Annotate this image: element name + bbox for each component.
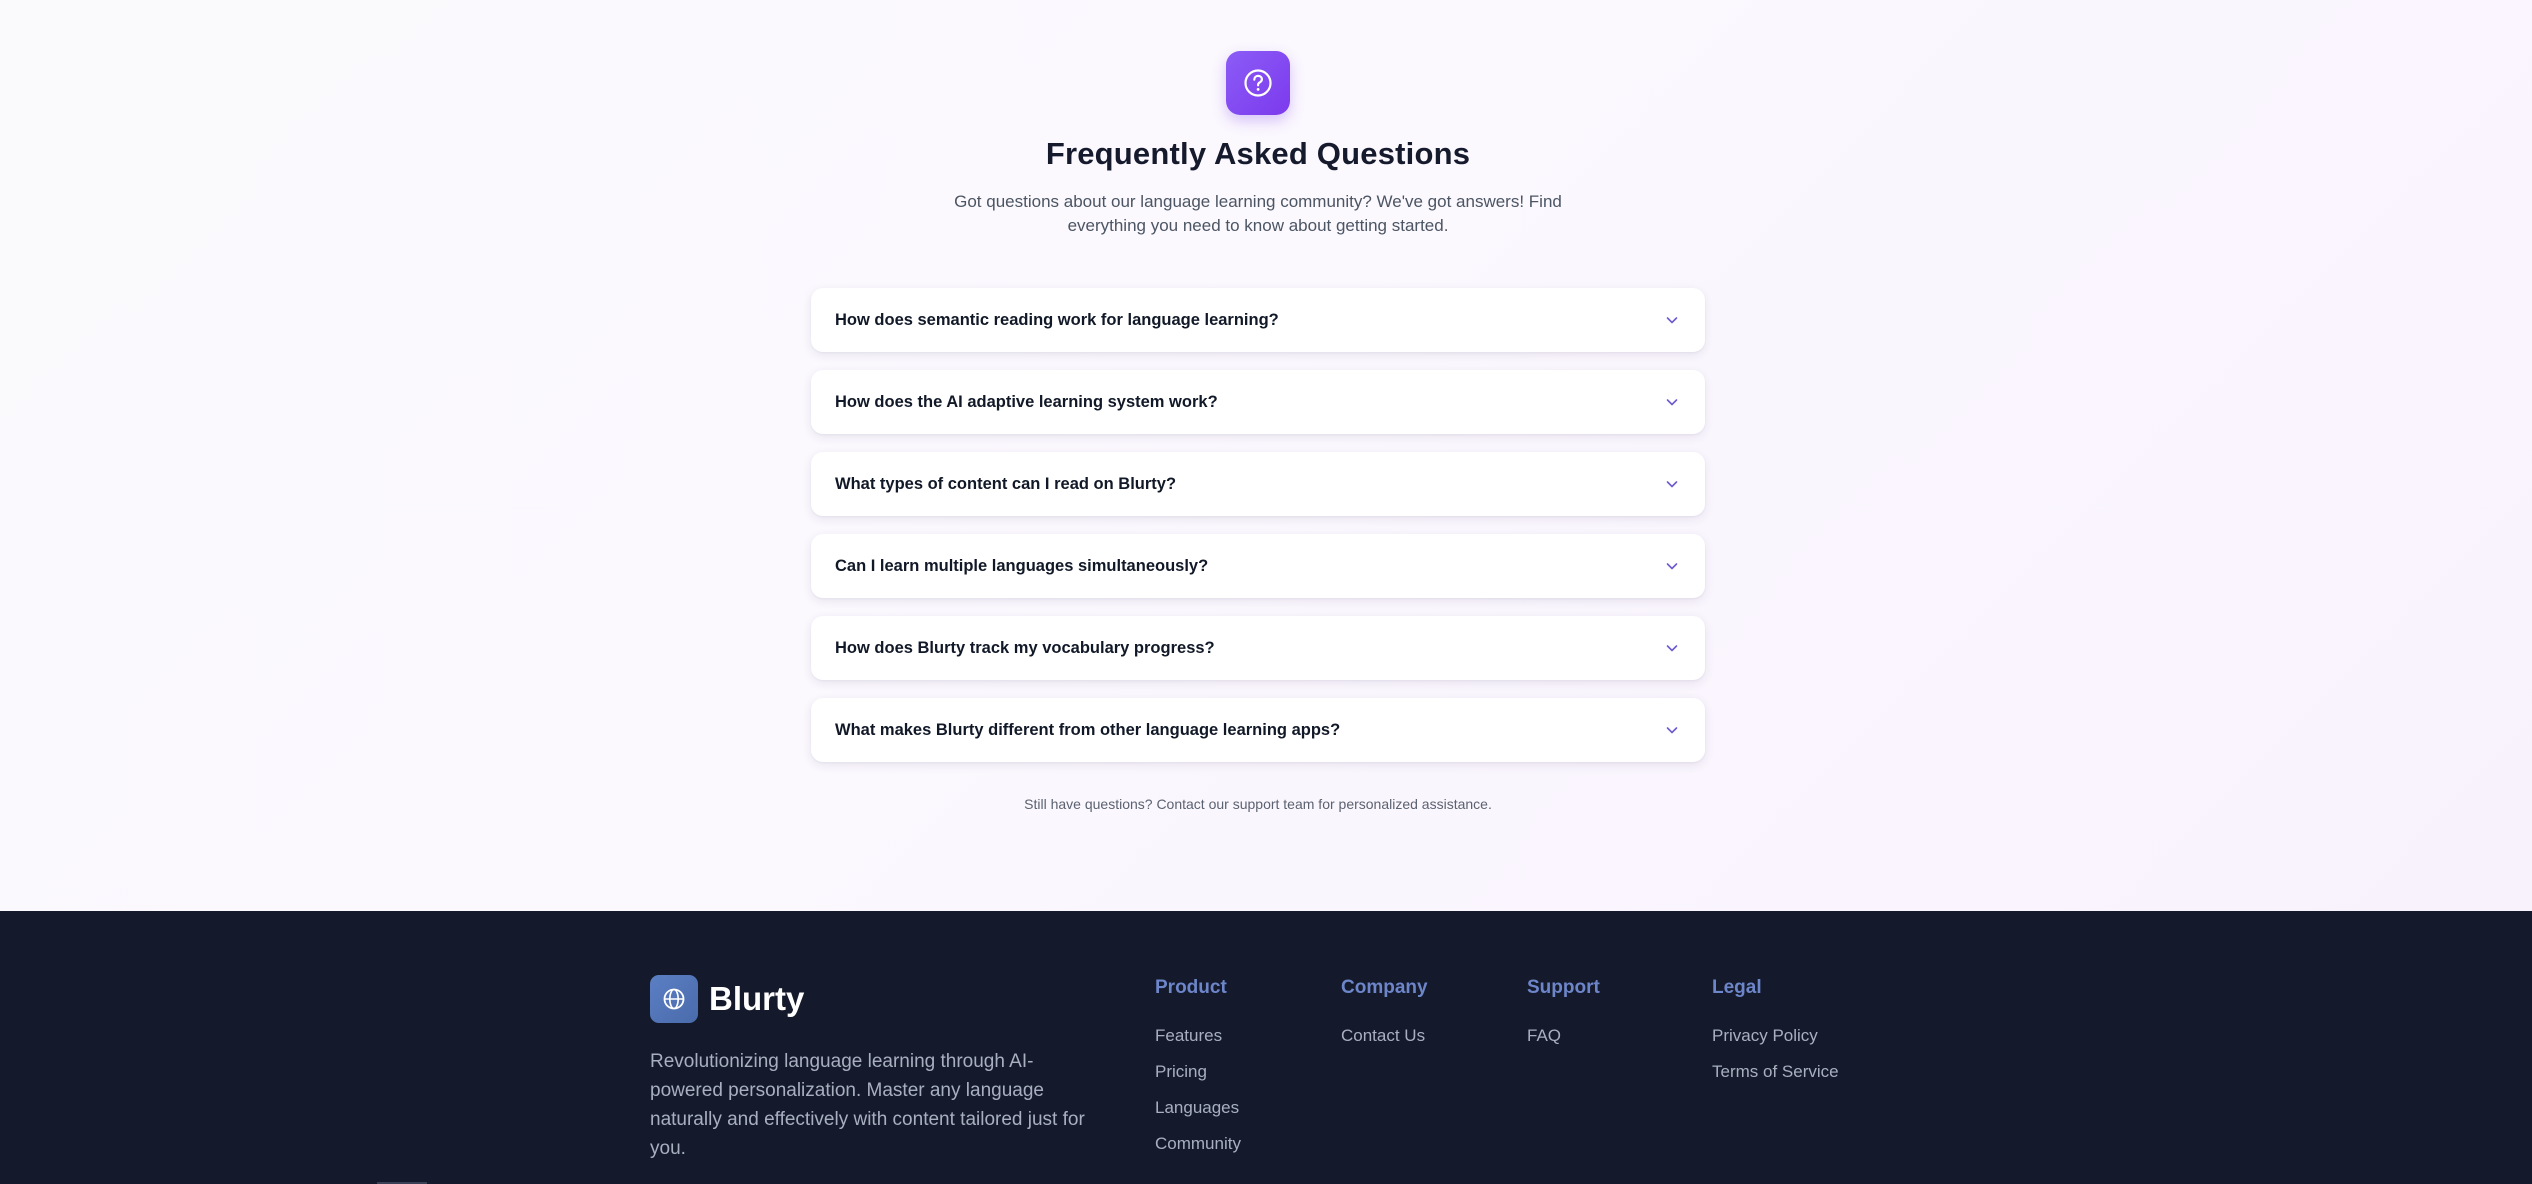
footer-column-support: Support FAQ xyxy=(1527,975,1600,1061)
brand-description: Revolutionizing language learning throug… xyxy=(650,1051,1085,1159)
footer-column-title: Support xyxy=(1527,977,1600,998)
faq-question: How does Blurty track my vocabulary prog… xyxy=(835,639,1215,657)
footer-column-title: Company xyxy=(1341,977,1428,998)
brand-name[interactable]: Blurty xyxy=(709,977,804,1021)
faq-list: How does semantic reading work for langu… xyxy=(811,288,1705,780)
faq-question: Can I learn multiple languages simultane… xyxy=(835,557,1209,575)
footer-link-community[interactable]: Community xyxy=(1155,1133,1241,1155)
footer-link-pricing[interactable]: Pricing xyxy=(1155,1061,1241,1083)
chevron-down-icon xyxy=(1666,727,1678,734)
footer-column-title: Product xyxy=(1155,977,1227,998)
chevron-down-icon xyxy=(1666,645,1678,652)
faq-item-ai-adaptive[interactable]: How does the AI adaptive learning system… xyxy=(811,370,1705,434)
faq-item-content-types[interactable]: What types of content can I read on Blur… xyxy=(811,452,1705,516)
footer-link-faq[interactable]: FAQ xyxy=(1527,1025,1600,1047)
chevron-down-icon xyxy=(1666,481,1678,488)
faq-question: What types of content can I read on Blur… xyxy=(835,475,1177,493)
faq-footnote: Still have questions? Contact our suppor… xyxy=(1024,796,1492,812)
footer-column-company: Company Contact Us xyxy=(1341,975,1428,1061)
faq-section: Frequently Asked Questions Got questions… xyxy=(0,0,2532,911)
faq-item-semantic-reading[interactable]: How does semantic reading work for langu… xyxy=(811,288,1705,352)
footer-column-title: Legal xyxy=(1712,977,1762,998)
footer-link-privacy-policy[interactable]: Privacy Policy xyxy=(1712,1025,1839,1047)
faq-item-multiple-languages[interactable]: Can I learn multiple languages simultane… xyxy=(811,534,1705,598)
faq-question: How does the AI adaptive learning system… xyxy=(835,393,1218,411)
faq-item-vocabulary-progress[interactable]: How does Blurty track my vocabulary prog… xyxy=(811,616,1705,680)
footer-link-features[interactable]: Features xyxy=(1155,1025,1241,1047)
chevron-down-icon xyxy=(1666,399,1678,406)
footer-link-terms-of-service[interactable]: Terms of Service xyxy=(1712,1061,1839,1083)
faq-title: Frequently Asked Questions xyxy=(1045,136,1471,171)
footer-column-product: Product Features Pricing Languages Commu… xyxy=(1155,975,1241,1169)
chevron-down-icon xyxy=(1666,563,1678,570)
faq-item-differences[interactable]: What makes Blurty different from other l… xyxy=(811,698,1705,762)
globe-icon[interactable] xyxy=(650,975,698,1023)
faq-question: How does semantic reading work for langu… xyxy=(835,311,1279,329)
faq-subtitle: Got questions about our language learnin… xyxy=(954,192,1562,235)
footer-link-languages[interactable]: Languages xyxy=(1155,1097,1241,1119)
site-footer: Blurty Revolutionizing language learning… xyxy=(0,911,2532,1184)
footer-link-contact-us[interactable]: Contact Us xyxy=(1341,1025,1428,1047)
question-circle-icon xyxy=(1226,51,1290,115)
footer-column-legal: Legal Privacy Policy Terms of Service xyxy=(1712,975,1839,1097)
faq-question: What makes Blurty different from other l… xyxy=(835,721,1341,739)
chevron-down-icon xyxy=(1666,317,1678,324)
